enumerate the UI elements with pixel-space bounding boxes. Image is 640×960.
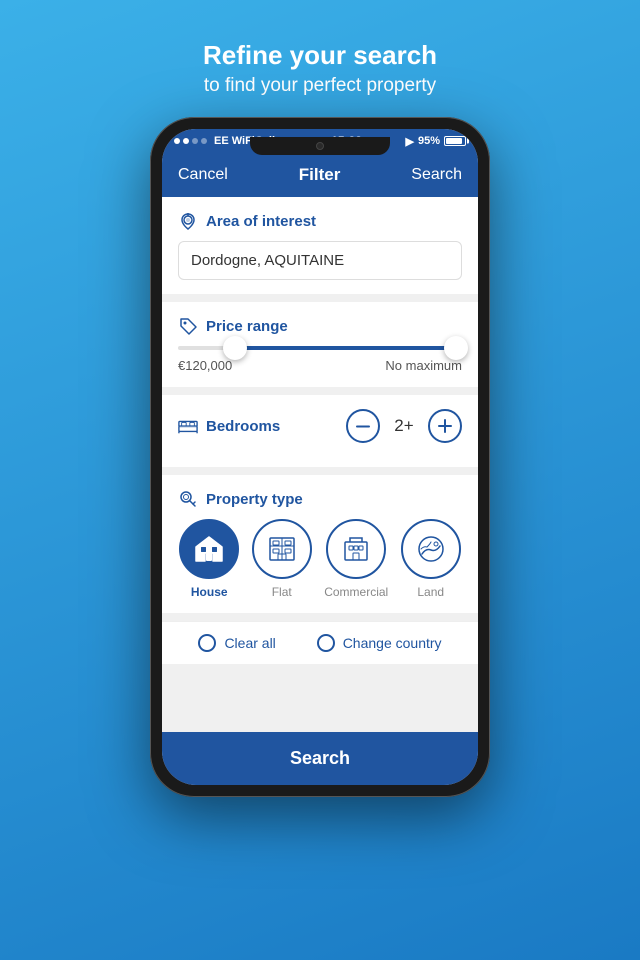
property-type-flat[interactable]: Flat bbox=[252, 519, 312, 599]
phone-notch bbox=[250, 137, 390, 155]
bedrooms-controls: 2+ bbox=[346, 409, 462, 443]
bedrooms-section: Bedrooms 2+ bbox=[162, 395, 478, 467]
price-labels: €120,000 No maximum bbox=[178, 358, 462, 373]
price-section: Price range €120,000 No maximum bbox=[162, 302, 478, 387]
land-label: Land bbox=[417, 585, 444, 599]
battery-percent: 95% bbox=[418, 135, 440, 147]
nav-search-button[interactable]: Search bbox=[411, 166, 462, 184]
signal-dot-1 bbox=[174, 138, 180, 144]
house-label: House bbox=[191, 585, 228, 599]
nav-title: Filter bbox=[299, 165, 341, 185]
clear-all-button[interactable]: Clear all bbox=[198, 634, 275, 652]
flat-label: Flat bbox=[272, 585, 292, 599]
area-input[interactable] bbox=[178, 241, 462, 280]
property-type-house[interactable]: House bbox=[179, 519, 239, 599]
price-max-label: No maximum bbox=[385, 358, 462, 373]
bedroom-count: 2+ bbox=[392, 416, 416, 436]
phone-camera bbox=[316, 142, 324, 150]
phone-shell: EE WiFiCall ▾ 15:28 ▶ 95% Cancel Filter … bbox=[150, 117, 490, 797]
price-slider[interactable] bbox=[178, 346, 462, 350]
slider-fill bbox=[235, 346, 457, 350]
header-section: Refine your search to find your perfect … bbox=[183, 0, 457, 117]
property-type-title: Property type bbox=[178, 489, 462, 509]
property-type-section: Property type bbox=[162, 475, 478, 613]
clear-all-label: Clear all bbox=[224, 635, 275, 651]
status-right: ▶ 95% bbox=[405, 135, 466, 148]
search-button[interactable]: Search bbox=[162, 732, 478, 785]
slider-track bbox=[178, 346, 462, 350]
header-subtitle: to find your perfect property bbox=[203, 75, 437, 97]
cancel-button[interactable]: Cancel bbox=[178, 166, 228, 184]
flat-circle bbox=[252, 519, 312, 579]
content-area: Area of interest Price range bbox=[162, 197, 478, 732]
slider-min-thumb[interactable] bbox=[223, 336, 247, 360]
change-country-label: Change country bbox=[343, 635, 442, 651]
header-title: Refine your search bbox=[203, 40, 437, 71]
slider-max-thumb[interactable] bbox=[444, 336, 468, 360]
house-circle bbox=[179, 519, 239, 579]
battery-icon bbox=[444, 136, 466, 146]
signal-dot-3 bbox=[192, 138, 198, 144]
location-icon bbox=[178, 211, 198, 231]
property-type-commercial[interactable]: Commercial bbox=[324, 519, 388, 599]
key-icon bbox=[178, 489, 198, 509]
bedroom-decrement-button[interactable] bbox=[346, 409, 380, 443]
area-section: Area of interest bbox=[162, 197, 478, 294]
property-types-list: House bbox=[178, 519, 462, 599]
battery-fill bbox=[446, 138, 462, 144]
signal-dot-4 bbox=[201, 138, 207, 144]
bed-icon bbox=[178, 416, 198, 436]
price-tag-icon bbox=[178, 316, 198, 336]
change-country-button[interactable]: Change country bbox=[317, 634, 442, 652]
commercial-circle bbox=[326, 519, 386, 579]
nav-bar: Cancel Filter Search bbox=[162, 153, 478, 197]
commercial-label: Commercial bbox=[324, 585, 388, 599]
signal-dot-2 bbox=[183, 138, 189, 144]
price-min-label: €120,000 bbox=[178, 358, 232, 373]
clear-all-radio bbox=[198, 634, 216, 652]
bedroom-increment-button[interactable] bbox=[428, 409, 462, 443]
change-country-radio bbox=[317, 634, 335, 652]
area-title: Area of interest bbox=[178, 211, 462, 231]
phone-screen: EE WiFiCall ▾ 15:28 ▶ 95% Cancel Filter … bbox=[162, 129, 478, 785]
bedrooms-title: Bedrooms 2+ bbox=[178, 409, 462, 443]
bottom-actions: Clear all Change country bbox=[162, 621, 478, 664]
location-icon: ▶ bbox=[405, 135, 413, 148]
land-circle bbox=[401, 519, 461, 579]
price-title: Price range bbox=[178, 316, 462, 336]
property-type-land[interactable]: Land bbox=[401, 519, 461, 599]
